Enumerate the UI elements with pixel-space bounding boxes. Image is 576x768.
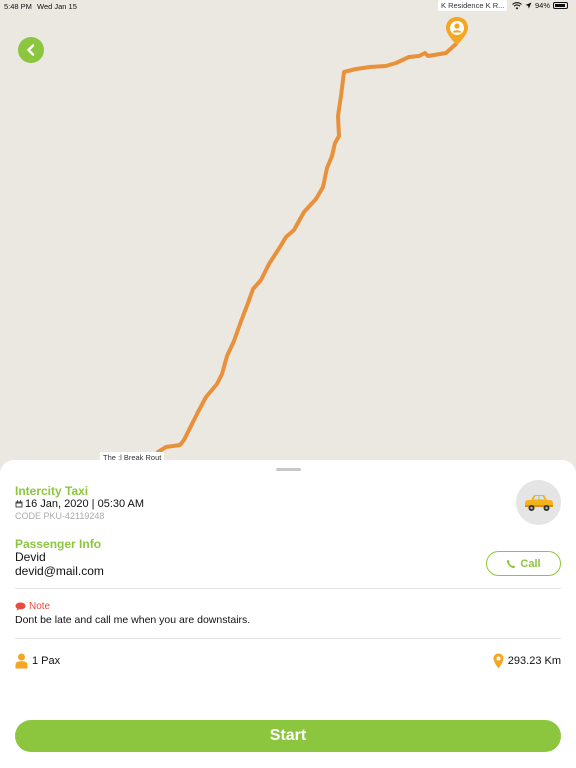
person-icon (15, 653, 28, 669)
pax-count: 1 Pax (32, 655, 61, 667)
status-indicators: 94% (512, 1, 568, 10)
taxi-icon (524, 494, 553, 511)
status-time: 5:48 PM (4, 2, 32, 11)
battery-charging-icon (553, 2, 568, 9)
map-pin-icon (493, 653, 504, 669)
chevron-left-icon (27, 44, 35, 56)
note-text: Dont be late and call me when you are do… (15, 614, 251, 626)
wifi-icon (512, 1, 522, 9)
pax-info: 1 Pax (15, 653, 60, 669)
distance-info: 293.23 Km (493, 653, 561, 669)
start-button[interactable]: Start (15, 720, 561, 752)
location-arrow-icon (525, 2, 532, 9)
call-button[interactable]: Call (486, 551, 561, 576)
passenger-email: devid@mail.com (15, 564, 104, 578)
sheet-grabber[interactable] (276, 468, 301, 471)
passenger-info-title: Passenger Info (15, 537, 102, 551)
status-bar: 5:48 PM Wed Jan 15 94% (0, 0, 576, 14)
start-button-label: Start (269, 727, 307, 744)
divider (15, 588, 561, 589)
vehicle-avatar (516, 480, 561, 525)
route-line (156, 42, 458, 454)
trip-date-time: 16 Jan, 2020 | 05:30 AM (25, 498, 145, 510)
trip-distance: 293.23 Km (507, 655, 561, 667)
divider (15, 638, 561, 639)
trip-code: CODE PKU-42119248 (15, 511, 105, 521)
trip-title: Intercity Taxi (15, 484, 89, 498)
route-map (156, 42, 458, 454)
back-button[interactable] (18, 37, 44, 63)
calendar-icon (15, 500, 23, 508)
phone-icon (507, 559, 516, 568)
map-view[interactable]: K Residence K R... The :l Break Rout (0, 0, 576, 480)
destination-marker-icon[interactable] (445, 16, 469, 46)
note-label: Note (29, 601, 51, 612)
note-label-row: Note (15, 601, 50, 612)
speech-bubble-icon (15, 602, 26, 611)
battery-percent: 94% (534, 1, 550, 10)
passenger-name: Devid (15, 550, 46, 564)
trip-details-sheet: Intercity Taxi 16 Jan, 2020 | 05:30 AM C… (0, 460, 576, 768)
call-button-label: Call (520, 557, 541, 570)
status-date: Wed Jan 15 (37, 2, 77, 11)
trip-date-row: 16 Jan, 2020 | 05:30 AM (15, 498, 144, 510)
